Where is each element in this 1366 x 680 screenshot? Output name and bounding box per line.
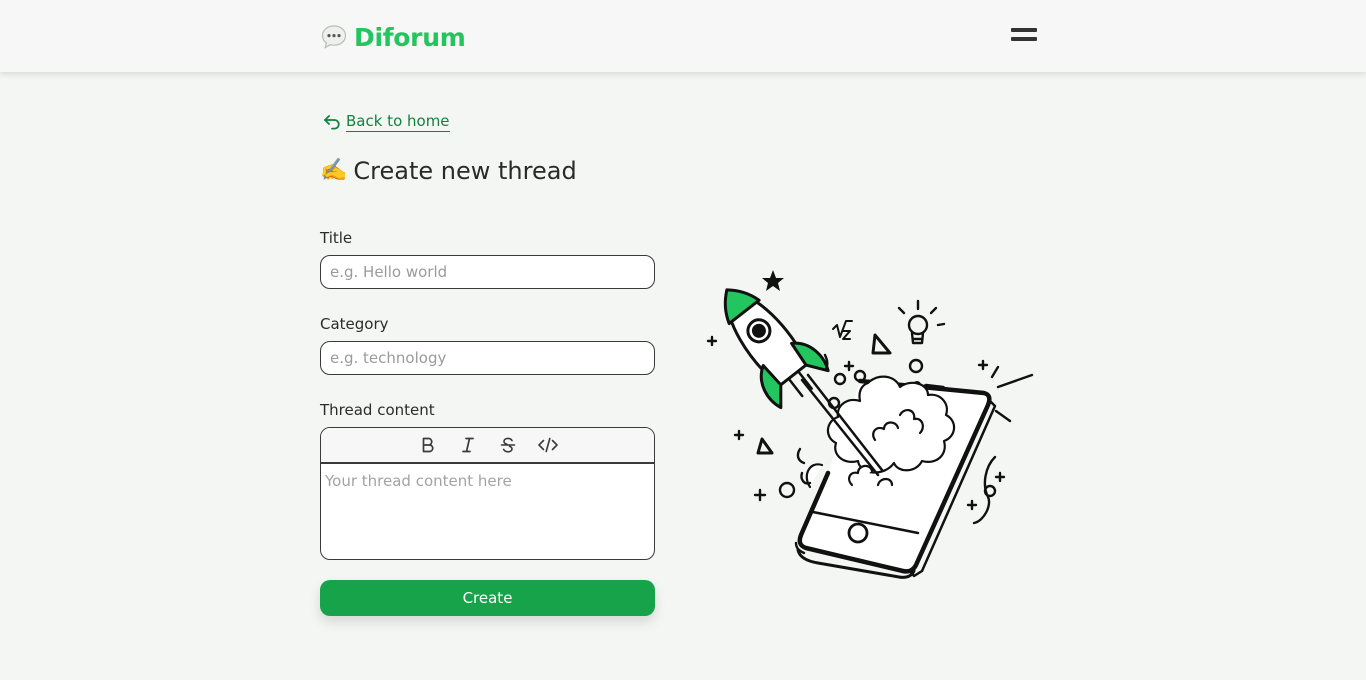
back-to-home-link[interactable]: Back to home bbox=[322, 111, 450, 133]
strikethrough-icon[interactable] bbox=[495, 432, 521, 458]
menu-bar-bottom bbox=[1011, 37, 1037, 41]
top-navbar: Diforum bbox=[0, 0, 1366, 72]
code-icon[interactable] bbox=[535, 432, 561, 458]
rocket-launching-from-phone-illustration bbox=[706, 270, 1034, 579]
title-label: Title bbox=[320, 229, 353, 247]
page-title-text: Create new thread bbox=[353, 157, 577, 185]
editor-toolbar bbox=[321, 428, 654, 464]
title-input[interactable] bbox=[320, 255, 655, 289]
speech-bubble-icon bbox=[321, 25, 347, 49]
create-button[interactable]: Create bbox=[320, 580, 655, 616]
brand-link[interactable]: Diforum bbox=[320, 20, 466, 54]
rocket-drawing bbox=[723, 288, 830, 410]
brand-name: Diforum bbox=[354, 22, 466, 52]
back-to-home-label: Back to home bbox=[346, 112, 450, 132]
category-input[interactable] bbox=[320, 341, 655, 375]
thread-content-input[interactable] bbox=[325, 472, 650, 551]
hamburger-menu-icon[interactable] bbox=[1010, 26, 1038, 44]
italic-icon[interactable] bbox=[455, 432, 481, 458]
rich-text-editor bbox=[320, 427, 655, 560]
page-title: ✍️ Create new thread bbox=[320, 154, 577, 188]
undo-arrow-icon bbox=[324, 115, 340, 130]
writing-hand-icon: ✍️ bbox=[320, 158, 348, 183]
bold-icon[interactable] bbox=[415, 432, 441, 458]
editor-body bbox=[321, 464, 654, 559]
thread-content-label: Thread content bbox=[320, 401, 435, 419]
category-label: Category bbox=[320, 315, 389, 333]
menu-bar-top bbox=[1011, 28, 1037, 32]
